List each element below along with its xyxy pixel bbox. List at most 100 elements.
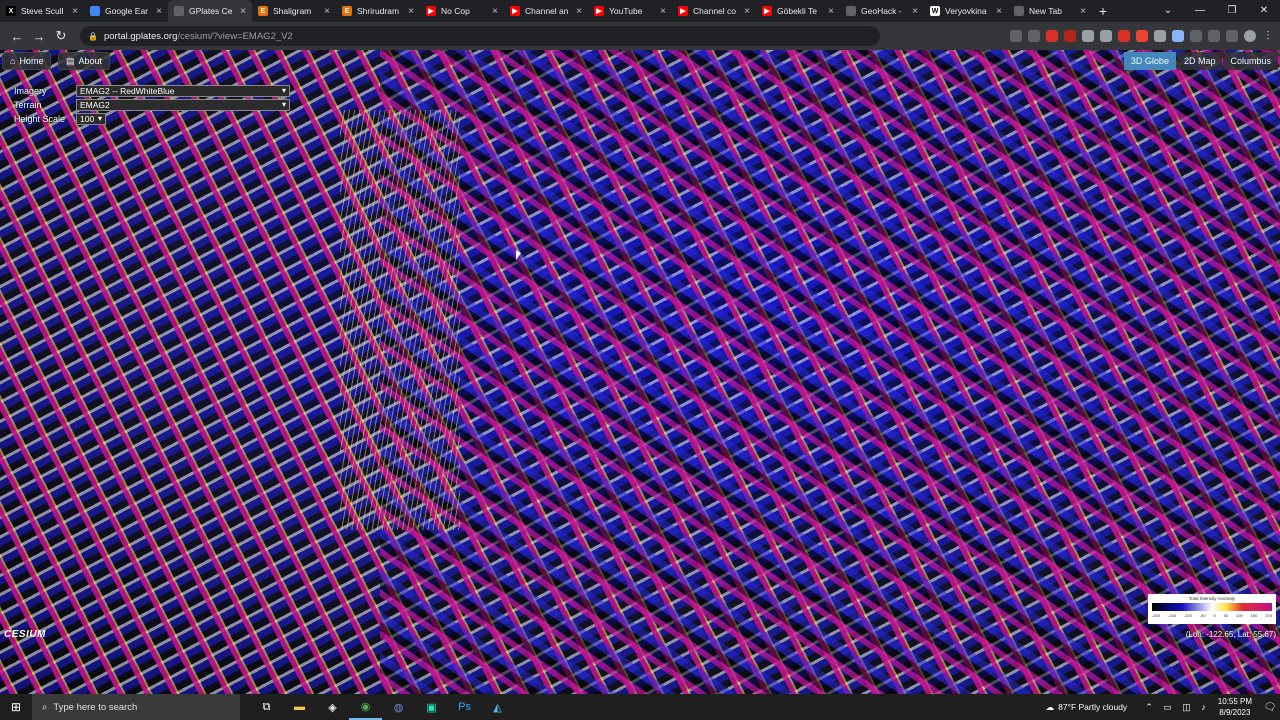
color-legend: Total Intensity Anomaly -200 -150 -100 -50 0… — [1148, 594, 1276, 624]
restore-button[interactable]: ❐ — [1216, 0, 1248, 22]
terrain-select[interactable]: EMAG2 — [76, 99, 290, 111]
wikipedia-icon: W — [930, 6, 940, 16]
url-bar[interactable]: 🔒 portal.gplates.org /cesium/?view=EMAG2… — [80, 26, 880, 46]
youtube-icon: ▶ — [510, 6, 520, 16]
discord-icon[interactable]: ◍ — [382, 694, 415, 720]
windows-start-button[interactable]: ⊞ — [0, 694, 32, 720]
clock[interactable]: 10:55 PM 8/9/2023 — [1218, 696, 1252, 718]
height-scale-select[interactable]: 100 — [76, 113, 106, 125]
tab-close-icon[interactable]: × — [72, 6, 78, 17]
imagery-select[interactable]: EMAG2 -- RedWhiteBlue — [76, 85, 290, 97]
tab-close-icon[interactable]: × — [828, 6, 834, 17]
weather-icon: ☁ — [1045, 701, 1055, 712]
legend-tick: 50 — [1223, 613, 1229, 618]
tab-close-icon[interactable]: × — [576, 6, 582, 17]
reload-button[interactable]: ↻ — [50, 28, 72, 44]
cesium-globe-viewport[interactable] — [0, 50, 1280, 694]
tab-search-icon[interactable]: ⌄ — [1152, 0, 1184, 22]
tab-close-icon[interactable]: × — [324, 6, 330, 17]
mode-columbus[interactable]: Columbus — [1223, 52, 1278, 70]
minimize-button[interactable]: — — [1184, 0, 1216, 22]
share-icon[interactable] — [1010, 30, 1022, 42]
browser-tab[interactable]: X Steve Scull × — [0, 0, 84, 22]
browser-tab[interactable]: ▶ Channel an × — [504, 0, 588, 22]
app-green-icon[interactable]: ▣ — [415, 694, 448, 720]
tab-close-icon[interactable]: × — [744, 6, 750, 17]
file-explorer-icon[interactable]: ▬ — [283, 694, 316, 720]
tab-close-icon[interactable]: × — [996, 6, 1002, 17]
cesium-logo[interactable]: CESIUM — [4, 629, 46, 640]
tab-close-icon[interactable]: × — [492, 6, 498, 17]
extension-icon[interactable] — [1082, 30, 1094, 42]
url-path: /cesium/?view=EMAG2_V2 — [177, 30, 293, 42]
extension-red-icon[interactable] — [1046, 30, 1058, 42]
browser-tab[interactable]: ▶ No Cop × — [420, 0, 504, 22]
app-icon[interactable]: ◈ — [316, 694, 349, 720]
mouse-cursor — [516, 250, 521, 260]
browser-tab[interactable]: E Shaligram × — [252, 0, 336, 22]
browser-tab[interactable]: New Tab × — [1008, 0, 1092, 22]
clock-time: 10:55 PM — [1217, 697, 1252, 706]
task-view-icon[interactable]: ⧉ — [250, 694, 283, 720]
legend-tick: -200 — [1152, 613, 1161, 618]
new-tab-button[interactable]: + — [1092, 0, 1114, 22]
home-button[interactable]: ⌂ Home — [2, 52, 52, 70]
tab-label: Channel co — [693, 6, 737, 16]
app-blue-icon[interactable]: ◭ — [481, 694, 514, 720]
tab-close-icon[interactable]: × — [408, 6, 414, 17]
imagery-label: Imagery — [14, 86, 47, 96]
extension-icon[interactable] — [1100, 30, 1112, 42]
browser-tab[interactable]: ▶ YouTube × — [588, 0, 672, 22]
extension-icon[interactable] — [1064, 30, 1076, 42]
extension-icon[interactable] — [1118, 30, 1130, 42]
mode-3d-globe[interactable]: 3D Globe — [1123, 52, 1176, 70]
mode-2d-map[interactable]: 2D Map — [1176, 52, 1223, 70]
tab-close-icon[interactable]: × — [912, 6, 918, 17]
tab-label: Shrirudram — [357, 6, 400, 16]
legend-tick: -100 — [1183, 613, 1192, 618]
browser-tab[interactable]: GPlates Ce × — [168, 0, 252, 22]
about-button[interactable]: ▤ About — [58, 52, 111, 70]
lock-icon[interactable]: 🔒 — [88, 32, 98, 41]
chrome-icon[interactable]: ◉ — [349, 694, 382, 720]
browser-tab[interactable]: ▶ Göbekli Te × — [756, 0, 840, 22]
tray-icons[interactable]: ⌃ ▭ ◫ ♪ — [1145, 702, 1210, 713]
extension-icon[interactable] — [1136, 30, 1148, 42]
photoshop-icon[interactable]: Ps — [448, 694, 481, 720]
close-window-button[interactable]: ✕ — [1248, 0, 1280, 22]
gplates-icon — [174, 6, 184, 16]
browser-tab[interactable]: E Shrirudram × — [336, 0, 420, 22]
bookmark-star-icon[interactable] — [1028, 30, 1040, 42]
puzzle-icon[interactable] — [1190, 30, 1202, 42]
terrain-label: Terrain — [14, 100, 42, 110]
tab-close-icon[interactable]: × — [240, 6, 246, 17]
side-panel-icon[interactable] — [1226, 30, 1238, 42]
extension-icon[interactable] — [1172, 30, 1184, 42]
reading-list-icon[interactable] — [1208, 30, 1220, 42]
address-toolbar: ← → ↻ 🔒 portal.gplates.org /cesium/?view… — [0, 22, 1280, 50]
youtube-icon: ▶ — [594, 6, 604, 16]
about-label: About — [78, 56, 103, 66]
extension-icon[interactable] — [1154, 30, 1166, 42]
notification-icon[interactable]: 🗨 — [1260, 702, 1280, 713]
forward-button[interactable]: → — [28, 29, 50, 44]
browser-menu-icon[interactable]: ⋮ — [1262, 30, 1274, 42]
chrome-icon — [1014, 6, 1024, 16]
profile-avatar[interactable] — [1244, 30, 1256, 42]
tab-close-icon[interactable]: × — [156, 6, 162, 17]
browser-tab[interactable]: ▶ Channel co × — [672, 0, 756, 22]
tab-close-icon[interactable]: × — [660, 6, 666, 17]
legend-tick: -150 — [1167, 613, 1176, 618]
back-button[interactable]: ← — [6, 29, 28, 44]
tab-label: Channel an — [525, 6, 569, 16]
legend-colorbar — [1152, 603, 1272, 611]
tab-close-icon[interactable]: × — [1080, 6, 1086, 17]
weather-widget[interactable]: ☁ 87°F Partly cloudy — [1046, 702, 1128, 713]
taskbar-search[interactable]: ⌕ Type here to search — [32, 694, 240, 720]
browser-tab[interactable]: Google Ear × — [84, 0, 168, 22]
legend-title: Total Intensity Anomaly — [1188, 596, 1236, 601]
clock-date: 8/9/2023 — [1219, 708, 1251, 717]
tab-label: Göbekli Te — [777, 6, 818, 16]
browser-tab[interactable]: GeoHack - × — [840, 0, 924, 22]
browser-tab[interactable]: W Veryovkina × — [924, 0, 1008, 22]
